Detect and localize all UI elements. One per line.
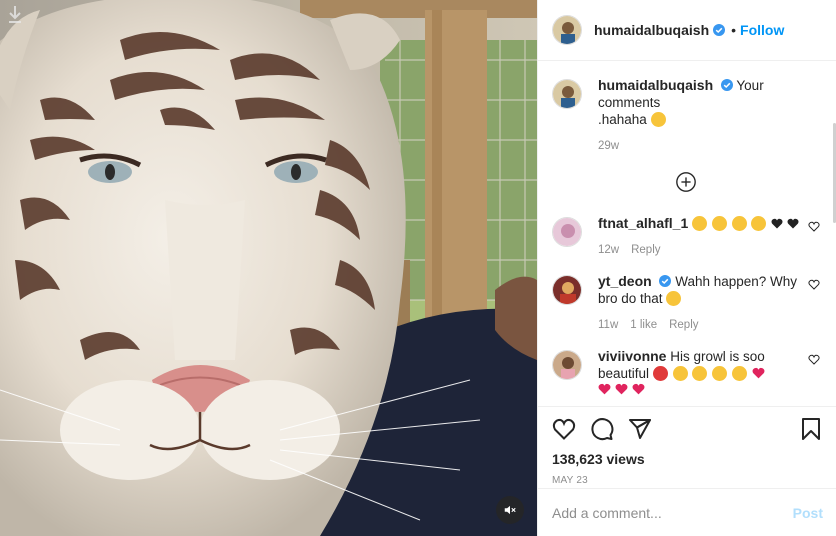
like-heart-icon[interactable] — [808, 354, 820, 365]
comment-username[interactable]: yt_deon — [598, 273, 652, 289]
like-heart-icon[interactable] — [808, 279, 820, 290]
caption-text-line2: .hahaha — [598, 112, 647, 127]
comment-item: viviivonne His growl is soo beautiful — [552, 348, 820, 399]
avatar[interactable] — [552, 217, 582, 247]
white-tiger-video[interactable] — [0, 0, 537, 536]
speaker-muted-icon — [504, 505, 516, 515]
laughing-emoji-icon — [731, 216, 747, 231]
post-button[interactable]: Post — [793, 505, 823, 521]
rofl-emoji-icon — [650, 112, 666, 127]
red-heart-icon — [752, 367, 765, 379]
avatar[interactable] — [552, 275, 582, 305]
comment-username[interactable]: ftnat_alhafl_1 — [598, 215, 688, 231]
post-media[interactable] — [0, 0, 537, 536]
mute-button[interactable] — [496, 496, 524, 524]
caption-username[interactable]: humaidalbuqaish — [598, 77, 713, 93]
laughing-emoji-icon — [692, 216, 708, 231]
heart-eyes-emoji-icon — [672, 366, 688, 381]
angry-face-emoji-icon — [652, 366, 668, 381]
verified-badge-icon — [713, 24, 726, 36]
caption-time[interactable]: 29w — [598, 138, 619, 155]
comment-item: yt_deon Wahh happen? Why bro do that 11w… — [552, 273, 820, 334]
separator-dot: • — [731, 22, 737, 38]
caption: humaidalbuqaish Your comments .hahaha 29… — [552, 77, 820, 155]
post-modal: humaidalbuqaish • Follow humaidalbuqaish… — [0, 0, 836, 536]
post-date[interactable]: MAY 23 — [552, 475, 822, 486]
red-heart-icon — [615, 383, 628, 395]
avatar[interactable] — [552, 79, 582, 109]
laughing-emoji-icon — [751, 216, 767, 231]
comment-item: ftnat_alhafl_1 12w Reply — [552, 215, 820, 259]
heart-eyes-emoji-icon — [692, 366, 708, 381]
header-username[interactable]: humaidalbuqaish — [594, 22, 709, 38]
heart-eyes-emoji-icon — [731, 366, 747, 381]
follow-button[interactable]: Follow — [740, 22, 784, 38]
red-heart-icon — [632, 383, 644, 395]
avatar[interactable] — [552, 350, 582, 380]
post-header: humaidalbuqaish • Follow — [538, 0, 836, 61]
like-heart-icon[interactable] — [552, 418, 576, 440]
verified-badge-icon — [659, 275, 672, 287]
avatar[interactable] — [552, 15, 582, 45]
view-count[interactable]: 138,623 views — [552, 451, 822, 467]
comment-time[interactable]: 12w — [598, 242, 619, 259]
add-comment-bar: Post — [538, 488, 836, 536]
comment-time[interactable]: 11w — [598, 317, 618, 334]
post-side-panel: humaidalbuqaish • Follow humaidalbuqaish… — [537, 0, 836, 536]
heart-eyes-emoji-icon — [712, 366, 728, 381]
rofl-emoji-icon — [666, 291, 682, 306]
black-heart-icon — [787, 218, 799, 229]
comment-input[interactable] — [552, 504, 793, 521]
comment-username[interactable]: viviivonne — [598, 348, 666, 364]
red-heart-icon — [598, 383, 611, 395]
comment-icon[interactable] — [590, 417, 614, 441]
like-heart-icon[interactable] — [808, 221, 820, 232]
verified-badge-icon — [720, 79, 733, 91]
plus-circle-icon — [676, 172, 696, 192]
laughing-emoji-icon — [711, 216, 727, 231]
share-icon[interactable] — [628, 417, 652, 441]
reply-button[interactable]: Reply — [669, 317, 698, 334]
save-bookmark-icon[interactable] — [800, 417, 822, 441]
reply-button[interactable]: Reply — [631, 242, 660, 259]
load-more-comments-button[interactable] — [552, 171, 820, 193]
like-count[interactable]: 1 like — [630, 317, 657, 334]
comments-list[interactable]: humaidalbuqaish Your comments .hahaha 29… — [538, 61, 836, 406]
black-heart-icon — [771, 218, 783, 229]
